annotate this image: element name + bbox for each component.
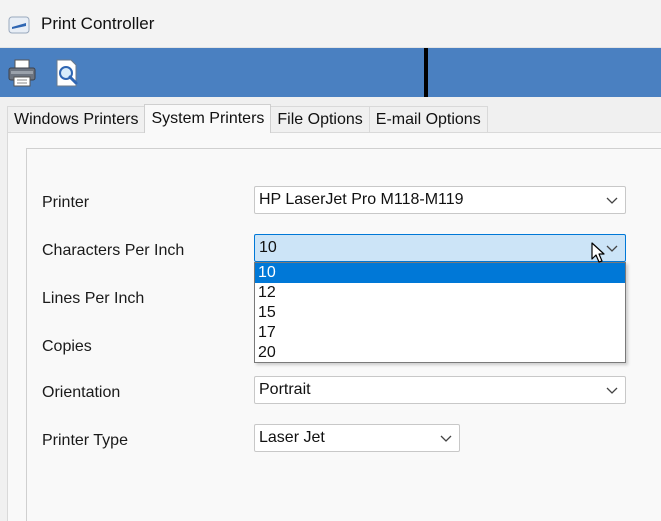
window-title: Print Controller [41,14,155,33]
copies-label: Copies [42,338,92,355]
dropdown-option[interactable]: 15 [255,303,625,323]
orientation-select-value: Portrait [259,381,311,398]
chevron-down-icon [440,435,452,442]
print-preview-icon [56,59,78,87]
cpi-dropdown-list: 10 12 15 17 20 [254,262,626,363]
mouse-cursor-icon [591,242,605,263]
toolbar [0,48,661,97]
orientation-label: Orientation [42,384,121,401]
print-button[interactable] [5,56,39,90]
printer-type-select[interactable]: Laser Jet [254,424,460,452]
app-icon [8,16,30,34]
tab-system-printers[interactable]: System Printers [144,104,272,133]
printer-icon [8,59,36,87]
cpi-select[interactable]: 10 [254,234,626,262]
orientation-select[interactable]: Portrait [254,376,626,404]
tab-file-options[interactable]: File Options [270,106,370,133]
lpi-label: Lines Per Inch [42,290,145,307]
printer-type-label: Printer Type [42,432,128,449]
printer-type-select-value: Laser Jet [259,429,325,446]
cpi-label: Characters Per Inch [42,242,185,259]
printer-select[interactable]: HP LaserJet Pro M118-M119 [254,186,626,214]
tab-windows-printers[interactable]: Windows Printers [7,106,146,133]
chevron-down-icon [606,197,618,204]
cpi-select-value: 10 [259,239,277,256]
print-preview-button[interactable] [50,56,84,90]
toolbar-separator [424,48,428,97]
chevron-down-icon [606,387,618,394]
printer-label: Printer [42,194,90,211]
printer-select-value: HP LaserJet Pro M118-M119 [259,191,464,208]
chevron-down-icon [606,245,618,252]
tab-email-options[interactable]: E-mail Options [368,106,488,133]
dropdown-option[interactable]: 12 [255,283,625,303]
dropdown-option[interactable]: 20 [255,343,625,363]
title-bar: Print Controller [0,0,661,48]
dropdown-option[interactable]: 17 [255,323,625,343]
dropdown-option[interactable]: 10 [255,263,625,283]
tab-strip: Windows Printers System Printers File Op… [7,104,488,133]
